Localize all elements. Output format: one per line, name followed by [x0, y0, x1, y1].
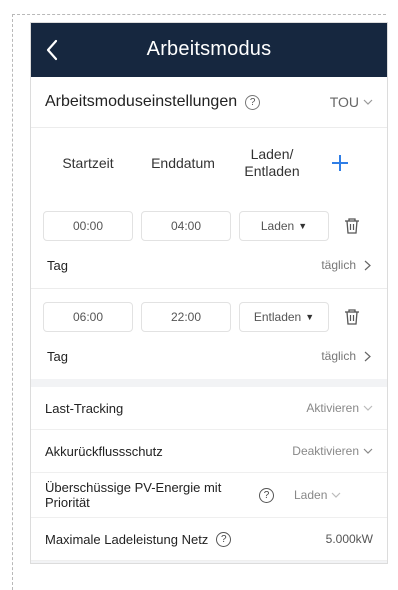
slot-2-end-field[interactable]: 22:00 [141, 302, 231, 332]
pv-priority-setting[interactable]: Überschüssige PV-Energie mit Priorität ?… [31, 473, 387, 518]
slot-2-mode-select[interactable]: Entladen ▼ [239, 302, 329, 332]
work-mode-dropdown[interactable]: TOU [330, 94, 373, 110]
slot-1-day-row[interactable]: Tag täglich [31, 246, 387, 284]
slot-2-mode-value: Entladen [253, 310, 302, 324]
start-time-header: Startzeit [62, 155, 114, 171]
slot-1-day-selector[interactable]: täglich [321, 258, 371, 272]
slot-2-start-field[interactable]: 06:00 [43, 302, 133, 332]
slot-2-day-label: Tag [47, 348, 68, 364]
chevron-down-icon [363, 405, 373, 411]
caret-down-icon: ▼ [305, 312, 315, 322]
help-icon[interactable]: ? [245, 94, 261, 110]
pv-priority-label: Überschüssige PV-Energie mit Priorität [45, 480, 222, 510]
slot-1-end-field[interactable]: 04:00 [141, 211, 231, 241]
max-charge-value[interactable]: 5.000kW [326, 532, 373, 546]
end-date-header: Enddatum [151, 155, 215, 171]
charge-discharge-header: Laden/ Entladen [244, 146, 300, 179]
pv-priority-value: Laden [294, 488, 328, 502]
slot-1-start-field[interactable]: 00:00 [43, 211, 133, 241]
time-slot-2: 06:00 22:00 Entladen ▼ Tag täglich [31, 289, 387, 379]
load-tracking-setting[interactable]: Last-Tracking Aktivieren [31, 387, 387, 430]
load-tracking-dropdown[interactable]: Aktivieren [306, 401, 373, 415]
chevron-right-icon [364, 351, 371, 361]
backflow-value: Deaktivieren [292, 444, 359, 458]
title-bar: Arbeitsmodus [31, 23, 387, 77]
trash-icon[interactable] [343, 308, 361, 326]
caret-down-icon: ▼ [298, 221, 308, 231]
help-icon[interactable]: ? [259, 487, 274, 503]
slot-2-day-selector[interactable]: täglich [321, 349, 371, 363]
load-tracking-label: Last-Tracking [45, 400, 124, 416]
slot-2-day-value: täglich [321, 349, 356, 363]
page-title: Arbeitsmodus [146, 38, 272, 60]
pv-priority-dropdown[interactable]: Laden [294, 488, 341, 502]
time-slot-header: Startzeit Enddatum Laden/ Entladen [31, 128, 387, 198]
slot-1-mode-select[interactable]: Laden ▼ [239, 211, 329, 241]
time-slot-1: 00:00 04:00 Laden ▼ Tag täglich [31, 198, 387, 288]
backflow-label: Akkurückflussschutz [45, 443, 163, 459]
max-charge-label: Maximale Ladeleistung Netz [45, 531, 209, 547]
slot-2-day-row[interactable]: Tag täglich [31, 337, 387, 375]
work-mode-setting[interactable]: Arbeitsmoduseinstellungen ? TOU [31, 77, 387, 128]
screenshot-frame-top [12, 14, 386, 15]
load-tracking-value: Aktivieren [306, 401, 359, 415]
max-charge-power-setting[interactable]: Maximale Ladeleistung Netz ? 5.000kW [31, 518, 387, 561]
chevron-down-icon [363, 448, 373, 454]
help-icon[interactable]: ? [216, 531, 232, 547]
trash-icon[interactable] [343, 217, 361, 235]
work-mode-value: TOU [329, 94, 359, 110]
add-slot-plus-icon[interactable] [329, 152, 351, 174]
advanced-settings: Last-Tracking Aktivieren Akkurückflusssc… [31, 387, 387, 561]
slot-1-row: 00:00 04:00 Laden ▼ [31, 206, 387, 246]
slot-2-row: 06:00 22:00 Entladen ▼ [31, 297, 387, 337]
app-screen: Arbeitsmodus Arbeitsmoduseinstellungen ?… [30, 22, 388, 564]
chevron-right-icon [364, 260, 371, 270]
slot-1-day-label: Tag [47, 257, 68, 273]
chevron-down-icon [363, 99, 373, 105]
chevron-down-icon [331, 492, 341, 498]
backflow-protection-setting[interactable]: Akkurückflussschutz Deaktivieren [31, 430, 387, 473]
section-gap [31, 379, 387, 387]
slot-1-day-value: täglich [321, 258, 356, 272]
backflow-dropdown[interactable]: Deaktivieren [292, 444, 373, 458]
work-mode-label: Arbeitsmoduseinstellungen [45, 93, 238, 110]
screenshot-frame-left [12, 14, 13, 590]
tou-section: Arbeitsmoduseinstellungen ? TOU Startzei… [31, 77, 387, 379]
slot-1-mode-value: Laden [260, 219, 295, 233]
